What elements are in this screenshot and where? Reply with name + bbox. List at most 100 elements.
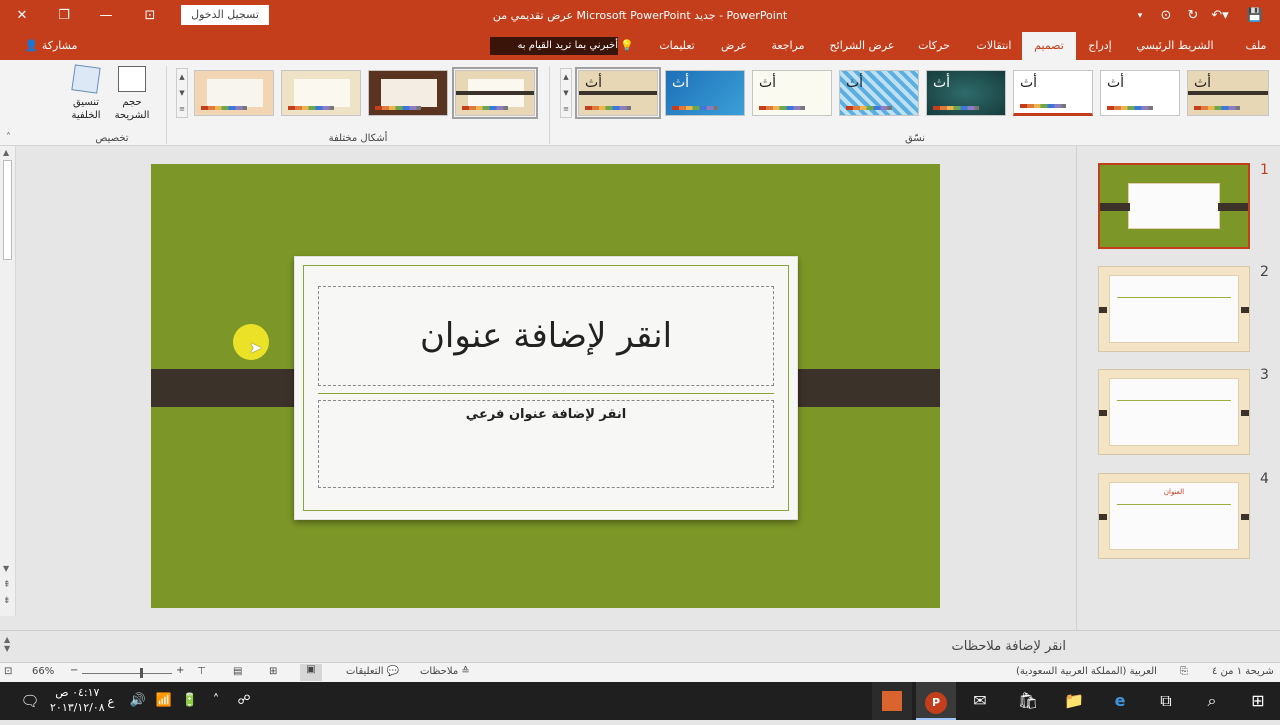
redo-icon[interactable]: ↻ — [1183, 0, 1203, 32]
thumb-line — [1117, 297, 1231, 298]
slide-canvas: انقر لإضافة عنوان انقر لإضافة عنوان فرعي… — [151, 164, 940, 608]
format-background-button[interactable]: تنسيق الخلفية — [64, 64, 108, 128]
zoom-in-icon[interactable]: + — [176, 665, 184, 676]
present-icon[interactable]: ⊙ — [1155, 0, 1177, 32]
share-label: مشاركة — [41, 39, 78, 52]
fit-slide-icon[interactable]: ⊡ — [4, 666, 12, 677]
language-indicator[interactable]: العربية (المملكة العربية السعودية) — [1016, 666, 1157, 677]
panel-divider[interactable] — [1076, 146, 1077, 630]
theme-thumb-current[interactable]: أث — [575, 67, 661, 119]
theme-thumb-4[interactable]: أث — [839, 70, 919, 116]
file-explorer-icon[interactable]: 📁 — [1054, 682, 1094, 720]
slide-thumb-1[interactable] — [1098, 163, 1250, 249]
ribbon-display-icon[interactable]: ⊡ — [136, 0, 164, 32]
slide-thumb-3[interactable] — [1098, 369, 1250, 455]
collapse-ribbon-icon[interactable]: ˄ — [6, 132, 11, 143]
comments-button[interactable]: التعليقات 💬 — [346, 666, 399, 677]
subtitle-placeholder[interactable]: انقر لإضافة عنوان فرعي — [318, 400, 774, 488]
notes-scroll-icon[interactable]: ▲ ▼ — [4, 635, 10, 653]
task-view-icon[interactable]: ⧉ — [1146, 682, 1186, 720]
theme-thumb-3[interactable]: أث — [752, 70, 832, 116]
zoom-level[interactable]: 66% — [32, 666, 54, 677]
variant-thumb-3[interactable] — [368, 70, 448, 116]
themes-scroll[interactable]: ▲ ▼ ≡ — [560, 68, 572, 118]
format-background-icon — [71, 64, 101, 94]
variants-scroll[interactable]: ▲ ▼ ≡ — [176, 68, 188, 118]
scroll-up-icon[interactable]: ▲ — [3, 148, 9, 157]
decor-band-right — [780, 369, 940, 407]
reading-view-icon[interactable]: ▤ — [233, 666, 242, 677]
tab-insert[interactable]: إدراج — [1078, 32, 1122, 60]
variant-thumb-2[interactable] — [281, 70, 361, 116]
prev-slide-icon[interactable]: ⇞ — [3, 580, 11, 590]
wifi-icon[interactable]: 📶 — [150, 682, 178, 720]
tab-file[interactable]: ملف — [1236, 32, 1276, 60]
theme-thumb-6[interactable]: أث — [1013, 70, 1093, 116]
slide-thumb-2[interactable] — [1098, 266, 1250, 352]
undo-icon[interactable]: ↶▾ — [1205, 0, 1235, 32]
qat-customize-icon[interactable]: ▾ — [1130, 0, 1150, 32]
zoom-slider-thumb[interactable] — [140, 668, 143, 678]
action-center-icon[interactable]: 🗨 — [10, 682, 50, 720]
theme-thumb-8[interactable]: أث — [1187, 70, 1269, 116]
tellme-search[interactable]: أخبرني بما تريد القيام به — [490, 37, 618, 55]
share-button[interactable]: 👤 مشاركة — [20, 32, 82, 60]
theme-thumb-7[interactable]: أث — [1100, 70, 1180, 116]
close-icon[interactable]: ✕ — [8, 0, 36, 32]
minimize-icon[interactable]: — — [92, 0, 120, 32]
variants-group-label: أشكال مختلفة — [328, 133, 388, 144]
restore-icon[interactable]: ❐ — [50, 0, 78, 32]
save-icon[interactable]: 💾 — [1244, 0, 1266, 32]
theme-thumb-2[interactable]: أث — [665, 70, 745, 116]
theme-glyph: أث — [759, 75, 777, 91]
decor-band-left — [151, 369, 311, 407]
input-language[interactable]: ع — [96, 682, 126, 720]
tab-home[interactable]: الشريط الرئيسي — [1126, 32, 1224, 60]
title-placeholder[interactable]: انقر لإضافة عنوان — [318, 286, 774, 386]
slide-thumb-4[interactable]: العنوان — [1098, 473, 1250, 559]
normal-view-icon[interactable]: ▣ — [300, 664, 322, 681]
sorter-view-icon[interactable]: ⊞ — [269, 666, 277, 677]
comment-icon: 💬 — [386, 666, 400, 677]
tab-slideshow[interactable]: عرض الشرائح — [822, 32, 902, 60]
scroll-down-icon[interactable]: ▼ — [3, 564, 9, 573]
subtitle-text: انقر لإضافة عنوان فرعي — [465, 407, 627, 422]
thumb-line — [1117, 504, 1231, 505]
variant-thumb-4[interactable] — [452, 67, 538, 119]
title-divider — [318, 393, 774, 394]
mail-icon[interactable]: ✉ — [960, 682, 1000, 720]
variant-thumb-1[interactable] — [194, 70, 274, 116]
scroll-thumb[interactable] — [3, 160, 12, 260]
accessibility-icon[interactable]: ⎘ — [1180, 666, 1188, 677]
zoom-slider[interactable] — [82, 673, 172, 674]
taskbar-powerpoint[interactable]: P — [916, 682, 956, 720]
tab-review[interactable]: مراجعة — [760, 32, 816, 60]
theme-thumb-5[interactable]: أث — [926, 70, 1006, 116]
notes-pane[interactable]: انقر لإضافة ملاحظات ▲ ▼ — [0, 630, 1280, 662]
tray-overflow-icon[interactable]: ˄ — [202, 682, 230, 720]
presenter-app-icon — [882, 691, 902, 711]
format-background-label: تنسيق الخلفية — [71, 97, 101, 121]
slide-size-label: حجم الشريحة — [114, 97, 150, 121]
search-icon[interactable]: ⌕ — [1192, 682, 1232, 720]
tab-design[interactable]: تصميم — [1022, 32, 1076, 60]
start-windows-icon[interactable]: ⊞ — [1238, 682, 1278, 720]
taskbar-app-presentation[interactable] — [872, 682, 912, 720]
notes-button[interactable]: ملاحظات ≙ — [420, 666, 470, 677]
next-slide-icon[interactable]: ⇟ — [3, 596, 11, 606]
slide-size-button[interactable]: حجم الشريحة — [110, 66, 154, 128]
tab-view[interactable]: عرض — [712, 32, 756, 60]
tab-animations[interactable]: حركات — [906, 32, 962, 60]
edge-icon[interactable]: e — [1100, 682, 1140, 720]
signin-button[interactable]: تسجيل الدخول — [181, 5, 269, 25]
notes-placeholder: انقر لإضافة ملاحظات — [951, 639, 1066, 654]
store-icon[interactable]: 🛍 — [1008, 682, 1048, 720]
people-icon[interactable]: ☍ — [230, 682, 258, 720]
tab-transitions[interactable]: انتقالات — [966, 32, 1022, 60]
zoom-out-icon[interactable]: − — [70, 665, 78, 676]
battery-icon[interactable]: 🔋 — [176, 682, 204, 720]
tab-help[interactable]: تعليمات — [652, 32, 702, 60]
slideshow-view-icon[interactable]: ⊤ — [197, 666, 206, 677]
vertical-scrollbar[interactable]: ▲ ▼ ⇞ ⇟ — [0, 146, 16, 616]
volume-icon[interactable]: 🔊 — [124, 682, 152, 720]
